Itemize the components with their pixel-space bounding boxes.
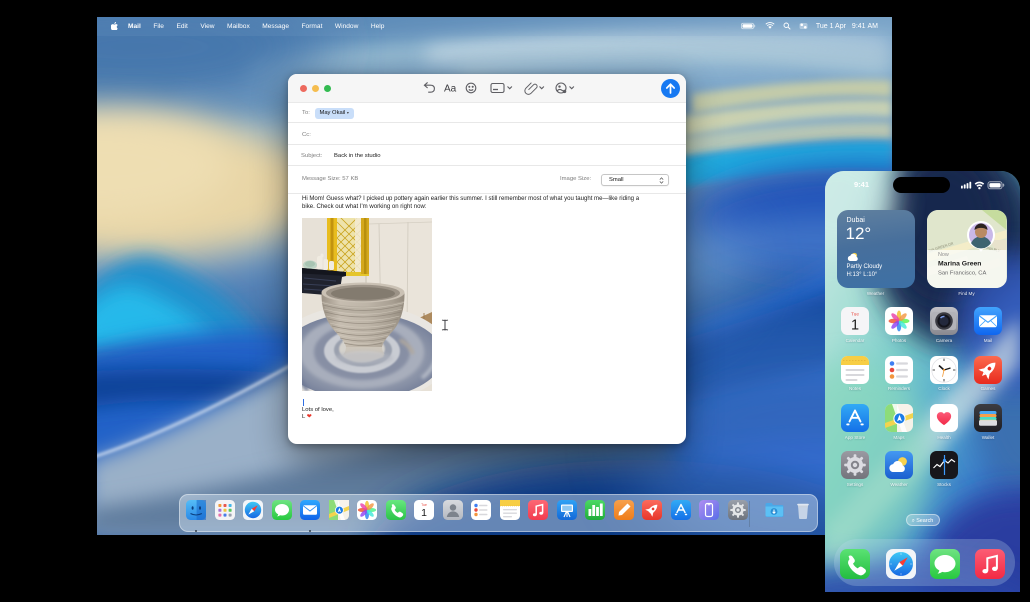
svg-text:Tue: Tue (851, 312, 859, 317)
svg-text:1: 1 (851, 318, 859, 334)
svg-text:San Francisco, CA: San Francisco, CA (938, 271, 986, 277)
svg-text:Now: Now (938, 252, 949, 258)
svg-text:1: 1 (421, 507, 427, 519)
svg-text:Marina Green: Marina Green (938, 261, 981, 268)
svg-text:Aa: Aa (444, 84, 457, 95)
